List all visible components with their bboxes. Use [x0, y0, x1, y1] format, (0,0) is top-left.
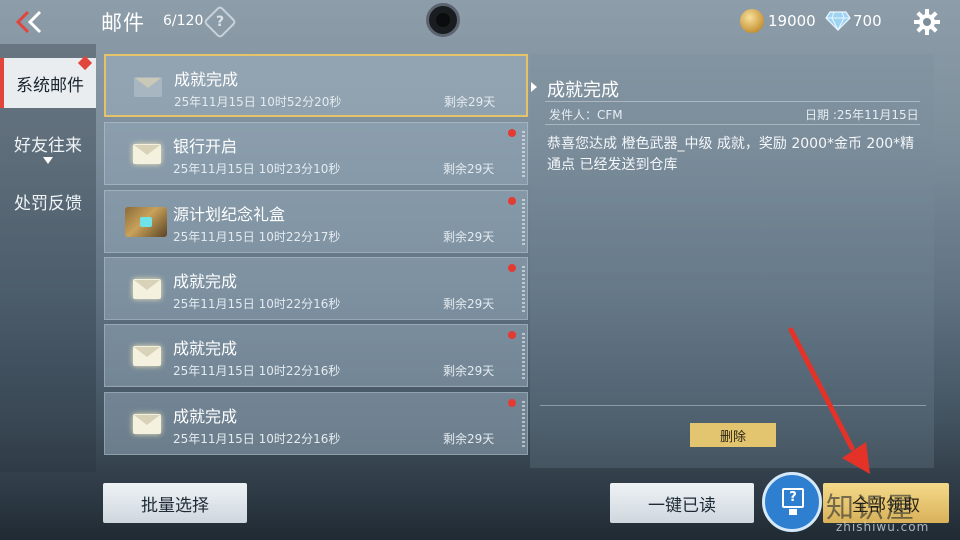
selected-arrow-icon: [531, 82, 537, 92]
camera-notch: [426, 3, 460, 37]
mail-item[interactable]: 成就完成 25年11月15日 10时22分16秒 剩余29天: [104, 324, 528, 387]
mail-remaining: 剩余29天: [443, 162, 495, 176]
mail-title: 银行开启: [173, 137, 238, 156]
page-title: 邮件: [101, 11, 145, 35]
detail-body: 恭喜您达成 橙色武器_中级 成就，奖励 2000*金币 200*精通点 已经发送…: [547, 136, 915, 173]
watermark-url: zhishiwu.com: [836, 520, 930, 534]
divider: [545, 124, 920, 125]
envelope-icon: [133, 144, 161, 164]
grip-icon: [522, 401, 525, 448]
unread-dot-icon: [508, 331, 516, 339]
gold-coin-icon: [740, 9, 764, 33]
tab-label: 系统邮件: [16, 75, 84, 96]
mail-item[interactable]: 银行开启 25年11月15日 10时23分10秒 剩余29天: [104, 122, 528, 185]
mail-date: 25年11月15日 10时22分17秒: [173, 230, 341, 244]
tab-penalty-feedback[interactable]: 处罚反馈: [0, 176, 96, 226]
mail-remaining: 剩余29天: [443, 230, 495, 244]
detail-title: 成就完成: [547, 80, 619, 101]
delete-button[interactable]: 删除: [690, 423, 776, 447]
unread-dot-icon: [508, 264, 516, 272]
grip-icon: [522, 266, 525, 313]
settings-gear-icon[interactable]: [913, 8, 941, 36]
envelope-icon: [133, 279, 161, 299]
detail-date: 日期 :25年11月15日: [805, 108, 919, 122]
gift-box-icon: [125, 207, 167, 237]
mail-tabs: 系统邮件 好友往来 处罚反馈: [0, 44, 96, 472]
mark-all-read-button[interactable]: 一键已读: [610, 483, 754, 523]
mail-date: 25年11月15日 10时23分10秒: [173, 162, 341, 176]
mail-list: 成就完成 25年11月15日 10时52分20秒 剩余29天 银行开启 25年1…: [104, 54, 528, 468]
mail-item[interactable]: 源计划纪念礼盒 25年11月15日 10时22分17秒 剩余29天: [104, 190, 528, 253]
mail-title: 成就完成: [173, 339, 238, 358]
help-monitor-icon: ?: [762, 472, 822, 532]
mail-date: 25年11月15日 10时52分20秒: [174, 95, 342, 109]
mail-count: 6/120: [163, 13, 204, 29]
mail-remaining: 剩余29天: [443, 432, 495, 446]
mail-title: 成就完成: [173, 272, 238, 291]
tab-label: 好友往来: [14, 135, 82, 156]
unread-dot-icon: [508, 197, 516, 205]
mail-date: 25年11月15日 10时22分16秒: [173, 432, 341, 446]
envelope-open-icon: [134, 77, 162, 97]
gold-amount: 19000: [768, 12, 816, 30]
grip-icon: [522, 131, 525, 178]
mail-date: 25年11月15日 10时22分16秒: [173, 364, 341, 378]
mail-remaining: 剩余29天: [443, 297, 495, 311]
mail-title: 源计划纪念礼盒: [173, 205, 286, 224]
detail-sender: 发件人：CFM: [549, 108, 623, 122]
diamond-icon: [825, 11, 851, 31]
grip-icon: [522, 333, 525, 380]
unread-dot-icon: [508, 399, 516, 407]
divider: [540, 405, 926, 406]
tab-label: 处罚反馈: [14, 193, 82, 214]
diamond-amount: 700: [853, 12, 882, 30]
mail-title: 成就完成: [174, 70, 239, 89]
envelope-icon: [133, 414, 161, 434]
mail-item[interactable]: 成就完成 25年11月15日 10时52分20秒 剩余29天: [104, 54, 528, 117]
grip-icon: [522, 199, 525, 246]
batch-select-button[interactable]: 批量选择: [103, 483, 247, 523]
divider: [545, 101, 920, 102]
mail-remaining: 剩余29天: [443, 364, 495, 378]
back-icon[interactable]: [14, 9, 46, 35]
mail-item[interactable]: 成就完成 25年11月15日 10时22分16秒 剩余29天: [104, 392, 528, 455]
mail-title: 成就完成: [173, 407, 238, 426]
mail-item[interactable]: 成就完成 25年11月15日 10时22分16秒 剩余29天: [104, 257, 528, 320]
mail-date: 25年11月15日 10时22分16秒: [173, 297, 341, 311]
expand-arrow-icon[interactable]: [43, 157, 53, 164]
unread-dot-icon: [508, 129, 516, 137]
mail-remaining: 剩余29天: [444, 95, 496, 109]
envelope-icon: [133, 346, 161, 366]
